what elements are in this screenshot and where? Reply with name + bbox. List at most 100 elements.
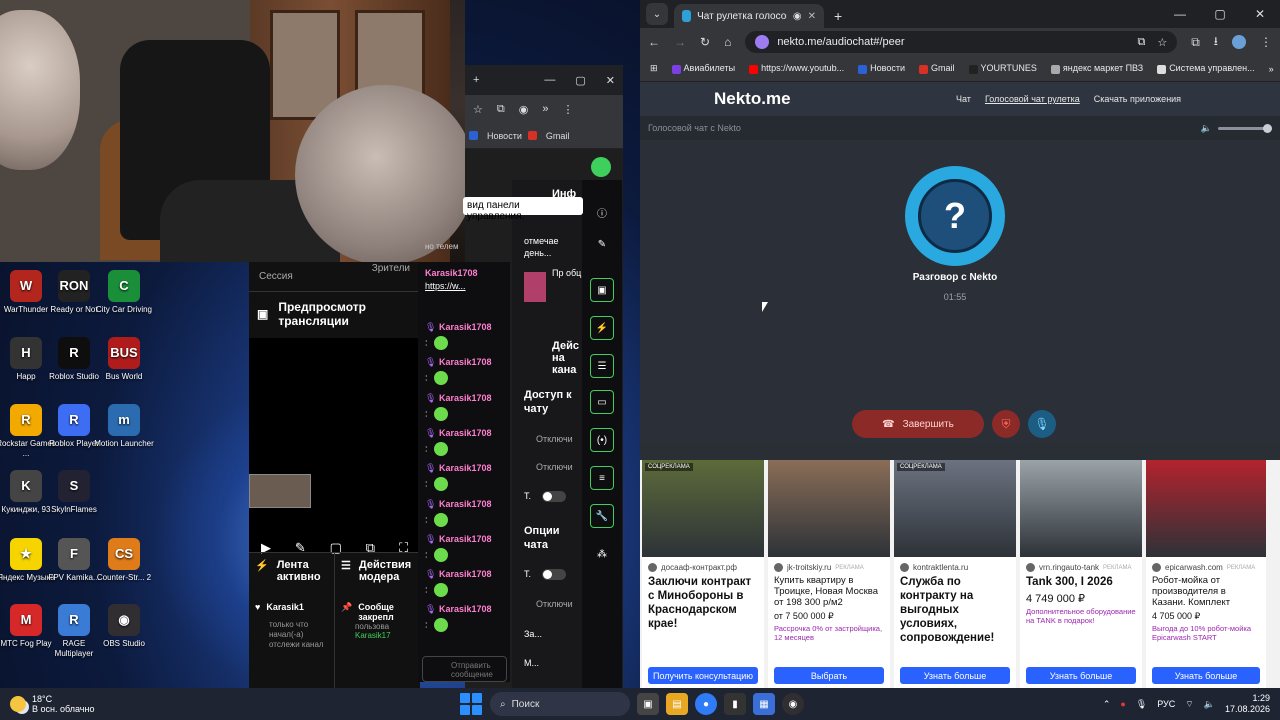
more-bookmarks-icon[interactable]: »	[1269, 64, 1274, 74]
ad-image[interactable]: СОЦРЕКЛАМА	[894, 460, 1016, 557]
channel-avatar[interactable]	[591, 157, 611, 177]
chat-username[interactable]: Karasik1708	[439, 393, 492, 403]
bookmark-gmail[interactable]: Gmail	[546, 131, 570, 141]
forward-icon[interactable]: →	[674, 35, 686, 49]
app-taskbar-icon[interactable]: ▮	[724, 693, 746, 715]
ad-cta-button[interactable]: Получить консультацию	[648, 667, 758, 684]
taskbar-search[interactable]: ⌕ Поиск	[490, 692, 630, 716]
ad-title[interactable]: Служба по контракту на выгодных условиях…	[894, 575, 1016, 645]
reload-icon[interactable]: ↻	[700, 35, 710, 49]
chat-username[interactable]: Karasik1708	[439, 499, 492, 509]
bookmark-item[interactable]: Авиабилеты	[671, 63, 735, 74]
tab-close-icon[interactable]: ✕	[808, 11, 816, 22]
chat-username[interactable]: Karasik1708	[439, 534, 492, 544]
menu-icon[interactable]: ⋮	[562, 103, 573, 116]
desktop-icon[interactable]: BUS Bus World	[94, 337, 154, 382]
ad-source[interactable]: epicarwash.com РЕКЛАМА	[1146, 557, 1266, 575]
star-icon[interactable]: ☆	[473, 103, 483, 116]
tool-stream-icon[interactable]: ▣	[590, 278, 614, 302]
site-info-icon[interactable]	[755, 35, 770, 49]
toggle-2[interactable]	[542, 569, 566, 580]
tool-chat-icon[interactable]: ▭	[590, 390, 614, 414]
new-tab-button[interactable]: +	[824, 8, 852, 28]
tray-lang[interactable]: РУС	[1157, 699, 1175, 709]
apps-icon[interactable]: ⊞	[650, 63, 658, 74]
ad-title[interactable]: Купить квартиру в Троицке, Новая Москва …	[768, 575, 890, 608]
misc-item-1[interactable]: За...	[524, 629, 542, 639]
report-shield-button[interactable]: ⛨	[992, 410, 1020, 438]
extensions-icon[interactable]: ⧉	[1191, 35, 1200, 50]
tool-queue-icon[interactable]: ≡	[590, 466, 614, 490]
cast-icon[interactable]: ⧉	[1137, 36, 1145, 49]
tray-mic-icon[interactable]: 🎙	[1136, 699, 1147, 710]
desktop-icon[interactable]: m Motion Launcher	[94, 404, 154, 449]
chat-username[interactable]: Karasik1708	[439, 322, 492, 332]
mod-actions-header[interactable]: ☰ Действия модера	[334, 553, 420, 596]
tool-broadcast-icon[interactable]: (•)	[590, 428, 614, 452]
bookmark-item[interactable]: Gmail	[919, 63, 955, 74]
store-taskbar-icon[interactable]: ▦	[753, 693, 775, 715]
nav-chat[interactable]: Чат	[956, 94, 971, 104]
desktop-icon[interactable]: ◉ OBS Studio	[94, 604, 154, 649]
ad-title[interactable]: Заключи контракт с Минобороны в Краснода…	[642, 575, 764, 631]
minimize-icon[interactable]: —	[544, 74, 555, 87]
chrome-menu-icon[interactable]: ⋮	[1260, 35, 1272, 49]
tool-nodes-icon[interactable]: ⁂	[590, 542, 614, 566]
info-icon[interactable]: ⓘ	[590, 200, 614, 224]
chat-username[interactable]: Karasik1708	[439, 604, 492, 614]
ad-source[interactable]: досааф-контракт.рф	[642, 557, 764, 575]
tool-bolt-icon[interactable]: ⚡	[590, 316, 614, 340]
end-call-button[interactable]: ☎ Завершить	[852, 410, 984, 438]
ad-card[interactable]: epicarwash.com РЕКЛАМА Робот-мойка от прои…	[1146, 460, 1266, 690]
profile-icon[interactable]: ◉	[519, 103, 529, 116]
nav-voice-roulette[interactable]: Голосовой чат рулетка	[985, 94, 1080, 104]
chat-user[interactable]: Karasik1708	[425, 268, 478, 278]
bookmark-item[interactable]: Система управлен...	[1157, 63, 1255, 74]
chat-input[interactable]: Отправить сообщение	[422, 656, 507, 682]
ad-image[interactable]	[768, 460, 890, 557]
close-icon[interactable]: ✕	[606, 74, 615, 87]
tray-network-icon[interactable]: ⌔	[1185, 699, 1193, 710]
maximize-icon[interactable]: ▢	[575, 74, 585, 87]
new-tab-icon[interactable]: +	[473, 74, 479, 86]
ad-cta-button[interactable]: Узнать больше	[1152, 667, 1260, 684]
bookmark-item[interactable]: YOURTUNES	[968, 63, 1037, 74]
ad-cta-button[interactable]: Узнать больше	[1026, 667, 1136, 684]
minimize-button[interactable]: —	[1160, 0, 1200, 28]
ad-image[interactable]: СОЦРЕКЛАМА	[642, 460, 764, 557]
access-off-2[interactable]: Отключи	[536, 462, 573, 472]
tab-search-icon[interactable]: ⌄	[646, 3, 668, 25]
ad-cta-button[interactable]: Выбрать	[774, 667, 884, 684]
ad-image[interactable]	[1020, 460, 1142, 557]
chrome-taskbar-icon[interactable]: ●	[695, 693, 717, 715]
obs-taskbar-icon[interactable]: ◉	[782, 693, 804, 715]
maximize-button[interactable]: ▢	[1200, 0, 1240, 28]
desktop-icon[interactable]: C City Car Driving	[94, 270, 154, 315]
ad-card[interactable]: СОЦРЕКЛАМА досааф-контракт.рф Заключи конт…	[642, 460, 764, 690]
extensions-icon[interactable]: ⧉	[497, 103, 505, 116]
back-icon[interactable]: ←	[648, 35, 660, 49]
ad-card[interactable]: vrn.ringauto-tank РЕКЛАМА Tank 300, I 2026…	[1020, 460, 1142, 690]
ad-card[interactable]: jk-troitskiy.ru РЕКЛАМА Купить квартиру в …	[768, 460, 890, 690]
desktop-icon[interactable]: S SkylnFlames	[44, 470, 104, 515]
profile-avatar[interactable]	[1232, 35, 1246, 49]
weather-widget[interactable]: 18°C В осн. облачно	[0, 694, 460, 714]
ad-cta-button[interactable]: Узнать больше	[900, 667, 1010, 684]
tool-wrench-icon[interactable]: 🔧	[590, 504, 614, 528]
tray-chevron-icon[interactable]: ⌃	[1103, 699, 1111, 710]
nav-download-apps[interactable]: Скачать приложения	[1094, 94, 1181, 104]
ad-title[interactable]: Робот-мойка от производителя в Казани. К…	[1146, 575, 1266, 608]
volume-slider[interactable]	[1218, 123, 1272, 133]
desktop-icon[interactable]: CS Counter-Str... 2	[94, 538, 154, 583]
options-off[interactable]: Отключи	[536, 599, 573, 609]
file-explorer-icon[interactable]: ▤	[666, 693, 688, 715]
toggle-1[interactable]	[542, 491, 566, 502]
tab-nekto[interactable]: Чат рулетка голосовая — ◉ ✕	[674, 4, 824, 28]
download-icon[interactable]: ⭳	[1214, 32, 1218, 53]
chat-username[interactable]: Karasik1708	[439, 463, 492, 473]
chat-username[interactable]: Karasik1708	[439, 569, 492, 579]
bookmark-news[interactable]: Новости	[487, 131, 522, 141]
microphone-button[interactable]: 🎙	[1028, 410, 1056, 438]
more-icon[interactable]: »	[542, 103, 548, 115]
ad-card[interactable]: СОЦРЕКЛАМА kontraktlenta.ru Служба по конт…	[894, 460, 1016, 690]
